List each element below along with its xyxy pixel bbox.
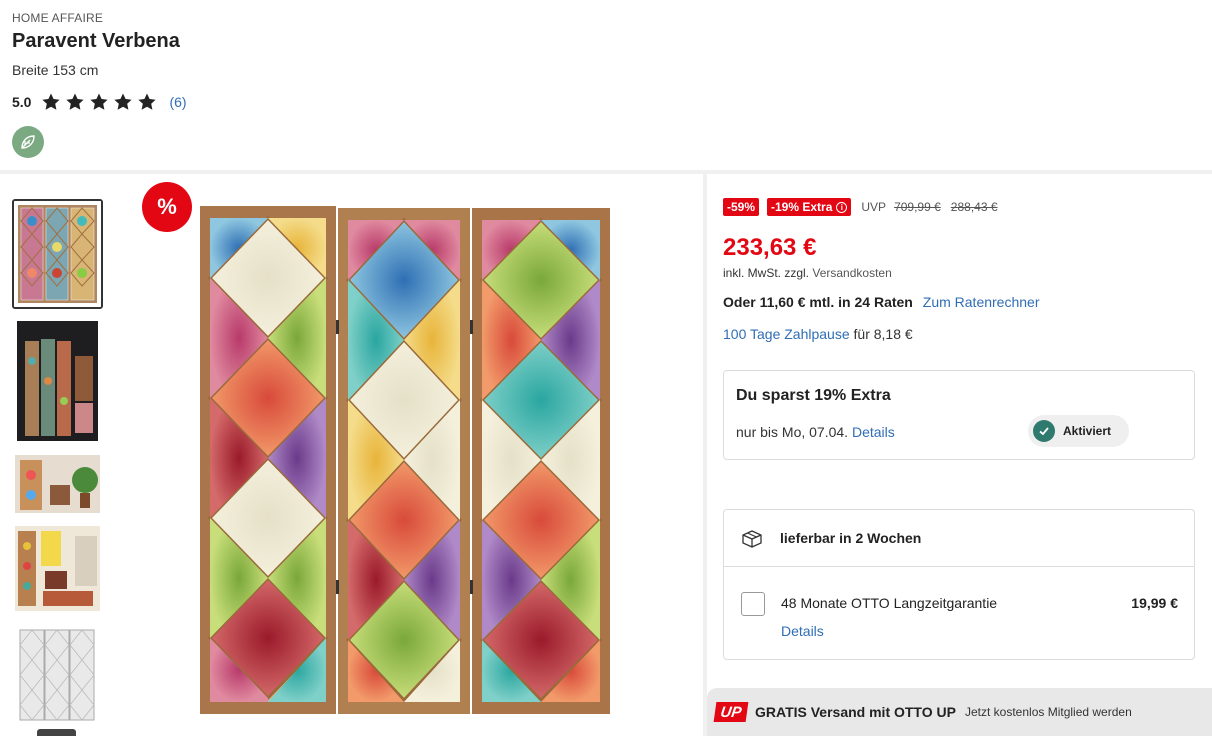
thumbnail-5[interactable] [13, 625, 100, 722]
thumbnail-image [15, 526, 100, 611]
current-price: 233,63 € [723, 234, 817, 261]
thumbnail-1[interactable] [12, 199, 103, 309]
old-price: 288,43 € [950, 200, 998, 214]
extra-badge-text: -19% Extra [771, 200, 833, 214]
savings-deadline-text: nur bis Mo, 07.04. [736, 424, 849, 440]
rating-stars [41, 92, 157, 112]
shipping-costs-link[interactable]: Versandkosten [812, 266, 891, 280]
sale-badge: % [142, 182, 192, 232]
activated-label: Aktiviert [1063, 424, 1112, 438]
check-icon [1033, 420, 1055, 442]
thumbnail-3[interactable] [15, 455, 100, 513]
savings-details-link[interactable]: Details [852, 424, 895, 440]
product-variant: Breite 153 cm [12, 62, 99, 78]
tax-text: inkl. MwSt. zzgl. [723, 266, 810, 280]
sustainability-badge[interactable] [12, 126, 44, 158]
star-icon [42, 93, 61, 110]
star-icon [90, 93, 109, 110]
star-icon [114, 93, 133, 110]
thumbnail-4[interactable] [15, 526, 100, 611]
rating-value: 5.0 [12, 94, 32, 110]
main-product-image[interactable] [195, 200, 615, 720]
delivery-row: lieferbar in 2 Wochen [724, 510, 1194, 567]
otto-up-banner[interactable]: UP GRATIS Versand mit OTTO UP Jetzt kost… [707, 688, 1212, 736]
payment-pause-text: für 8,18 € [853, 326, 913, 342]
otto-up-subtitle: Jetzt kostenlos Mitglied werden [965, 705, 1132, 719]
installment-line: Oder 11,60 € mtl. in 24 Raten Zum Ratenr… [723, 294, 1039, 310]
star-icon [66, 93, 85, 110]
section-divider [0, 170, 1212, 174]
discount-badge: -59% [723, 198, 760, 216]
discount-badge-text: -59% [727, 200, 756, 214]
column-divider [703, 174, 707, 736]
warranty-details-link[interactable]: Details [781, 623, 824, 639]
price-badges: -59% -19% Extra i UVP 709,99 € 288,43 € [723, 198, 998, 216]
star-icon [138, 93, 157, 110]
delivery-time: lieferbar in 2 Wochen [780, 530, 922, 546]
info-icon: i [836, 201, 848, 213]
delivery-card: lieferbar in 2 Wochen 48 Monate OTTO Lan… [723, 509, 1195, 660]
product-header: HOME AFFAIRE Paravent Verbena Breite 153… [0, 0, 1212, 170]
leaf-icon [21, 135, 35, 149]
installment-calculator-link[interactable]: Zum Ratenrechner [923, 294, 1040, 310]
activated-toggle[interactable]: Aktiviert [1028, 415, 1129, 447]
product-title: Paravent Verbena [12, 30, 180, 52]
warranty-label[interactable]: 48 Monate OTTO Langzeitgarantie [781, 595, 997, 611]
uvp-price: 709,99 € [894, 200, 941, 214]
warranty-price: 19,99 € [1131, 595, 1178, 611]
warranty-checkbox[interactable] [741, 592, 765, 616]
thumbnail-image [17, 321, 98, 441]
brand-name[interactable]: HOME AFFAIRE [12, 11, 103, 25]
otto-up-logo: UP [713, 702, 749, 722]
thumbnail-scroll-button[interactable] [37, 729, 76, 736]
rating-count-link[interactable]: (6) [169, 94, 186, 110]
savings-title: Du sparst 19% Extra [736, 387, 891, 404]
thumbnail-image [13, 625, 100, 722]
extra-discount-badge[interactable]: -19% Extra i [767, 198, 852, 216]
extra-savings-card: Du sparst 19% Extra nur bis Mo, 07.04. D… [723, 370, 1195, 460]
rating-row[interactable]: 5.0 (6) [12, 91, 187, 113]
package-icon [742, 530, 762, 548]
payment-pause-link[interactable]: 100 Tage Zahlpause [723, 326, 850, 342]
otto-up-title: GRATIS Versand mit OTTO UP [755, 704, 956, 720]
uvp-label: UVP [861, 200, 887, 214]
thumbnail-image [15, 455, 100, 513]
payment-pause-line: 100 Tage Zahlpause für 8,18 € [723, 326, 913, 342]
tax-note: inkl. MwSt. zzgl. Versandkosten [723, 266, 892, 280]
thumbnail-image [14, 201, 101, 307]
thumbnail-2[interactable] [17, 321, 98, 441]
paravent-image [200, 206, 610, 714]
savings-deadline: nur bis Mo, 07.04. Details [736, 424, 895, 440]
installment-text: Oder 11,60 € mtl. in 24 Raten [723, 294, 913, 310]
